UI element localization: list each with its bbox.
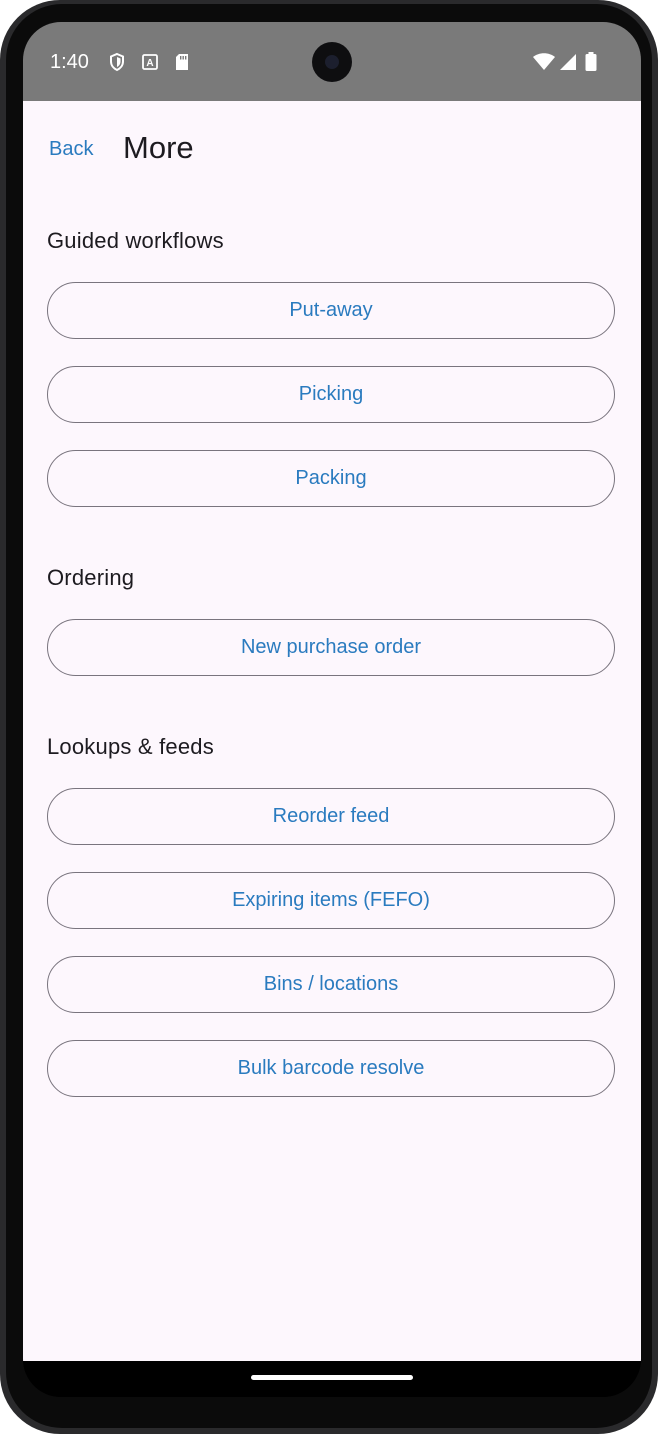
signal-icon bbox=[558, 52, 578, 72]
home-indicator[interactable] bbox=[251, 1375, 413, 1380]
back-button[interactable]: Back bbox=[49, 138, 93, 161]
svg-text:A: A bbox=[146, 58, 153, 69]
section-title-guided-workflows: Guided workflows bbox=[47, 228, 224, 253]
packing-button[interactable]: Packing bbox=[47, 450, 615, 507]
sd-card-icon bbox=[172, 52, 192, 72]
expiring-items-button[interactable]: Expiring items (FEFO) bbox=[47, 872, 615, 929]
section-title-lookups-feeds: Lookups & feeds bbox=[47, 734, 214, 759]
section-title-ordering: Ordering bbox=[47, 565, 135, 590]
front-camera bbox=[312, 42, 352, 82]
navigation-bar bbox=[23, 1361, 641, 1397]
phone-frame: 1:40 A Back More Guided workflows Put-aw… bbox=[0, 0, 658, 1434]
page-title: More bbox=[123, 130, 194, 165]
bulk-barcode-resolve-button[interactable]: Bulk barcode resolve bbox=[47, 1040, 615, 1097]
status-time: 1:40 bbox=[50, 51, 89, 73]
picking-button[interactable]: Picking bbox=[47, 366, 615, 423]
phone-screen: 1:40 A Back More Guided workflows Put-aw… bbox=[23, 22, 641, 1397]
reorder-feed-button[interactable]: Reorder feed bbox=[47, 788, 615, 845]
bins-locations-button[interactable]: Bins / locations bbox=[47, 956, 615, 1013]
app-content: Back More Guided workflows Put-away Pick… bbox=[23, 101, 641, 1361]
put-away-button[interactable]: Put-away bbox=[47, 282, 615, 339]
new-purchase-order-button[interactable]: New purchase order bbox=[47, 619, 615, 676]
a-box-icon: A bbox=[140, 52, 160, 72]
battery-icon bbox=[584, 52, 598, 72]
phone-bezel: 1:40 A Back More Guided workflows Put-aw… bbox=[6, 4, 652, 1428]
status-bar: 1:40 A bbox=[23, 22, 641, 101]
shield-icon bbox=[107, 52, 127, 72]
wifi-icon bbox=[532, 52, 556, 72]
